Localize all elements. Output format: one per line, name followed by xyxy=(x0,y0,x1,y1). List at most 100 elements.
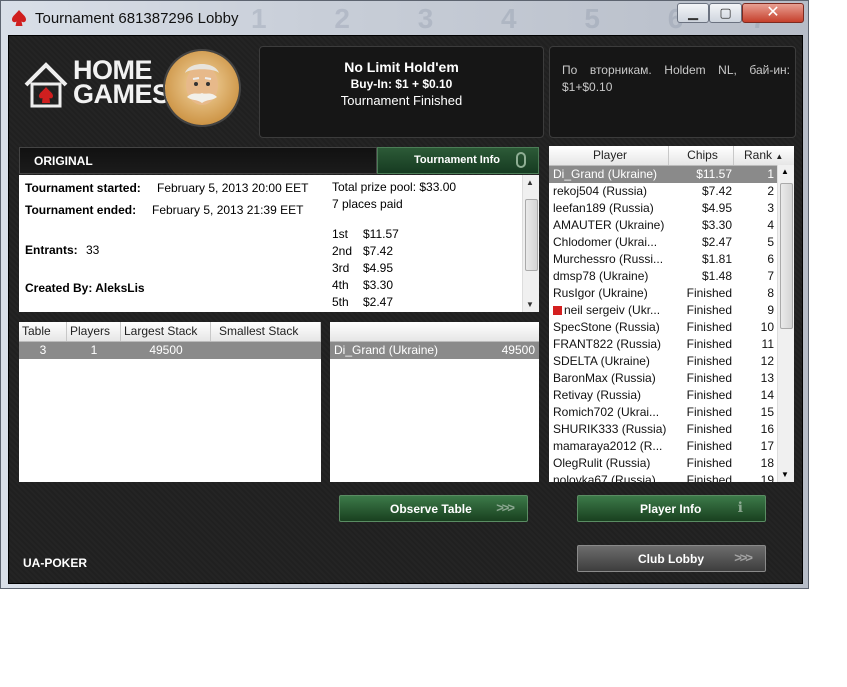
scroll-up-icon[interactable]: ▲ xyxy=(781,167,789,176)
col-player[interactable]: Player xyxy=(549,146,669,165)
col-table[interactable]: Table xyxy=(19,322,67,341)
ranking-row[interactable]: rekoj504 (Russia) $7.42 2 xyxy=(549,183,794,200)
details-scrollbar[interactable]: ▲ ▼ xyxy=(522,175,539,312)
ranking-row[interactable]: BaronMax (Russia) Finished 13 xyxy=(549,370,794,387)
col-smallest-stack[interactable]: Smallest Stack xyxy=(211,322,321,341)
payout-place: 1st xyxy=(332,227,349,241)
game-type: No Limit Hold'em xyxy=(344,59,459,75)
payout-amount: $3.30 xyxy=(363,278,394,292)
scroll-thumb[interactable] xyxy=(525,199,538,271)
ranking-player: dmsp78 (Ukraine) xyxy=(549,268,673,285)
ranking-rank: 3 xyxy=(767,201,774,215)
ranking-chips: Finished xyxy=(686,337,732,351)
ranking-row[interactable]: dmsp78 (Ukraine) $1.48 7 xyxy=(549,268,794,285)
ranking-chips: Finished xyxy=(686,354,732,368)
minimize-button[interactable]: ▁ xyxy=(677,3,709,23)
club-lobby-button[interactable]: Club Lobby >>> xyxy=(577,545,766,572)
scroll-thumb[interactable] xyxy=(780,183,793,329)
tournament-description-panel: По вторникам. Holdem NL, бай-ин: $1+$0.1… xyxy=(549,46,796,138)
table-largest: 49500 xyxy=(149,343,183,357)
scroll-down-icon[interactable]: ▼ xyxy=(781,470,789,479)
ranking-row[interactable]: RusIgor (Ukraine) Finished 8 xyxy=(549,285,794,302)
entrants-value: 33 xyxy=(86,243,100,257)
title-bar[interactable]: Tournament 681387296 Lobby 1 2 3 4 5 6 7… xyxy=(1,1,808,66)
ranking-rank: 6 xyxy=(767,252,774,266)
col-rank-label: Rank xyxy=(744,148,773,162)
ranking-rank: 5 xyxy=(767,235,774,249)
player-info-button[interactable]: Player Info ℹ xyxy=(577,495,766,522)
ranking-row[interactable]: SDELTA (Ukraine) Finished 12 xyxy=(549,353,794,370)
col-largest-stack[interactable]: Largest Stack xyxy=(121,322,211,341)
ranking-player-name: nolovka67 (Russia) xyxy=(553,473,656,482)
ranking-row[interactable]: Murchessro (Russi... $1.81 6 xyxy=(549,251,794,268)
payout-row: 2nd $7.42 xyxy=(332,244,393,258)
ranking-row[interactable]: leefan189 (Russia) $4.95 3 xyxy=(549,200,794,217)
ranking-row[interactable]: nolovka67 (Russia) Finished 19 xyxy=(549,472,794,482)
ranking-row[interactable]: SHURIK333 (Russia) Finished 16 xyxy=(549,421,794,438)
payout-place: 2nd xyxy=(332,244,353,258)
table-players-list: Di_Grand (Ukraine) 49500 xyxy=(330,322,539,482)
col-rank[interactable]: Rank ▲ xyxy=(734,146,794,165)
ranking-chips: Finished xyxy=(686,405,732,419)
maximize-button[interactable]: ▢ xyxy=(709,3,742,23)
ranking-chips: $1.81 xyxy=(701,252,732,266)
places-paid: 7 places paid xyxy=(332,197,403,211)
info-icon: ℹ xyxy=(737,499,744,515)
tab-tournament-info[interactable]: Tournament Info xyxy=(377,147,539,174)
ranking-rank: 12 xyxy=(760,354,774,368)
table-number: 3 xyxy=(39,343,47,357)
ranking-row[interactable]: Chlodomer (Ukrai... $2.47 5 xyxy=(549,234,794,251)
player-info-label: Player Info xyxy=(640,502,702,516)
table-players-header-blank xyxy=(330,322,539,341)
payout-place: 4th xyxy=(332,278,349,292)
minimize-icon: ▁ xyxy=(688,5,698,20)
ranking-row[interactable]: SpecStone (Russia) Finished 10 xyxy=(549,319,794,336)
ranking-player-name: dmsp78 (Ukraine) xyxy=(553,269,649,283)
tournament-status: Tournament Finished xyxy=(340,93,463,108)
ranking-row[interactable]: FRANT822 (Russia) Finished 11 xyxy=(549,336,794,353)
home-games-house-icon xyxy=(24,62,68,108)
ranking-chips: $4.95 xyxy=(701,201,732,215)
ranking-row[interactable]: Di_Grand (Ukraine) $11.57 1 xyxy=(549,166,794,183)
ranking-player: SDELTA (Ukraine) xyxy=(549,353,673,370)
col-players[interactable]: Players xyxy=(67,322,121,341)
ranking-row[interactable]: mamaraya2012 (R... Finished 17 xyxy=(549,438,794,455)
chevron-right-icon: >>> xyxy=(496,500,515,515)
rankings-scrollbar[interactable]: ▲ ▼ xyxy=(777,165,794,482)
tournament-description: По вторникам. Holdem NL, бай-ин: $1+$0.1… xyxy=(562,63,790,94)
ranking-chips: Finished xyxy=(686,473,732,482)
red-flag-icon xyxy=(553,306,562,316)
tournament-summary-panel: No Limit Hold'em Buy-In: $1 + $0.10 Tour… xyxy=(259,46,544,138)
table-player-row[interactable]: Di_Grand (Ukraine) 49500 xyxy=(330,342,539,359)
ranking-rank: 7 xyxy=(767,269,774,283)
observe-table-button[interactable]: Observe Table >>> xyxy=(339,495,528,522)
close-button[interactable]: ✕ xyxy=(742,3,804,23)
ranking-player-name: SHURIK333 (Russia) xyxy=(553,422,667,436)
table-players: 1 xyxy=(90,343,98,357)
table-row[interactable]: 3 1 49500 xyxy=(19,342,321,359)
observe-table-label: Observe Table xyxy=(390,502,472,516)
ranking-chips: $1.48 xyxy=(701,269,732,283)
payout-amount: $11.57 xyxy=(363,227,399,241)
tab-original[interactable]: ORIGINAL xyxy=(19,147,377,174)
tab-tournament-info-label: Tournament Info xyxy=(414,154,500,166)
scroll-up-icon[interactable]: ▲ xyxy=(526,178,534,187)
col-chips[interactable]: Chips xyxy=(669,146,734,165)
ranking-row[interactable]: Romich702 (Ukrai... Finished 15 xyxy=(549,404,794,421)
scroll-down-icon[interactable]: ▼ xyxy=(526,300,534,309)
ranking-player-name: Di_Grand (Ukraine) xyxy=(553,167,658,181)
ranking-chips: $2.47 xyxy=(701,235,732,249)
ranking-player: BaronMax (Russia) xyxy=(549,370,673,387)
logo-line2: GAMES xyxy=(73,79,170,109)
ranking-player-name: Romich702 (Ukrai... xyxy=(553,405,660,419)
club-name: UA-POKER xyxy=(23,556,88,570)
ranking-row[interactable]: OlegRulit (Russia) Finished 18 xyxy=(549,455,794,472)
ranking-rank: 1 xyxy=(767,167,774,181)
ranking-row[interactable]: neil sergeiv (Ukr... Finished 9 xyxy=(549,302,794,319)
club-lobby-label: Club Lobby xyxy=(638,552,704,566)
ranking-rank: 9 xyxy=(767,303,774,317)
ranking-row[interactable]: AMAUTER (Ukraine) $3.30 4 xyxy=(549,217,794,234)
ranking-row[interactable]: Retivay (Russia) Finished 14 xyxy=(549,387,794,404)
ranking-chips: $7.42 xyxy=(701,184,732,198)
ranking-player: FRANT822 (Russia) xyxy=(549,336,673,353)
